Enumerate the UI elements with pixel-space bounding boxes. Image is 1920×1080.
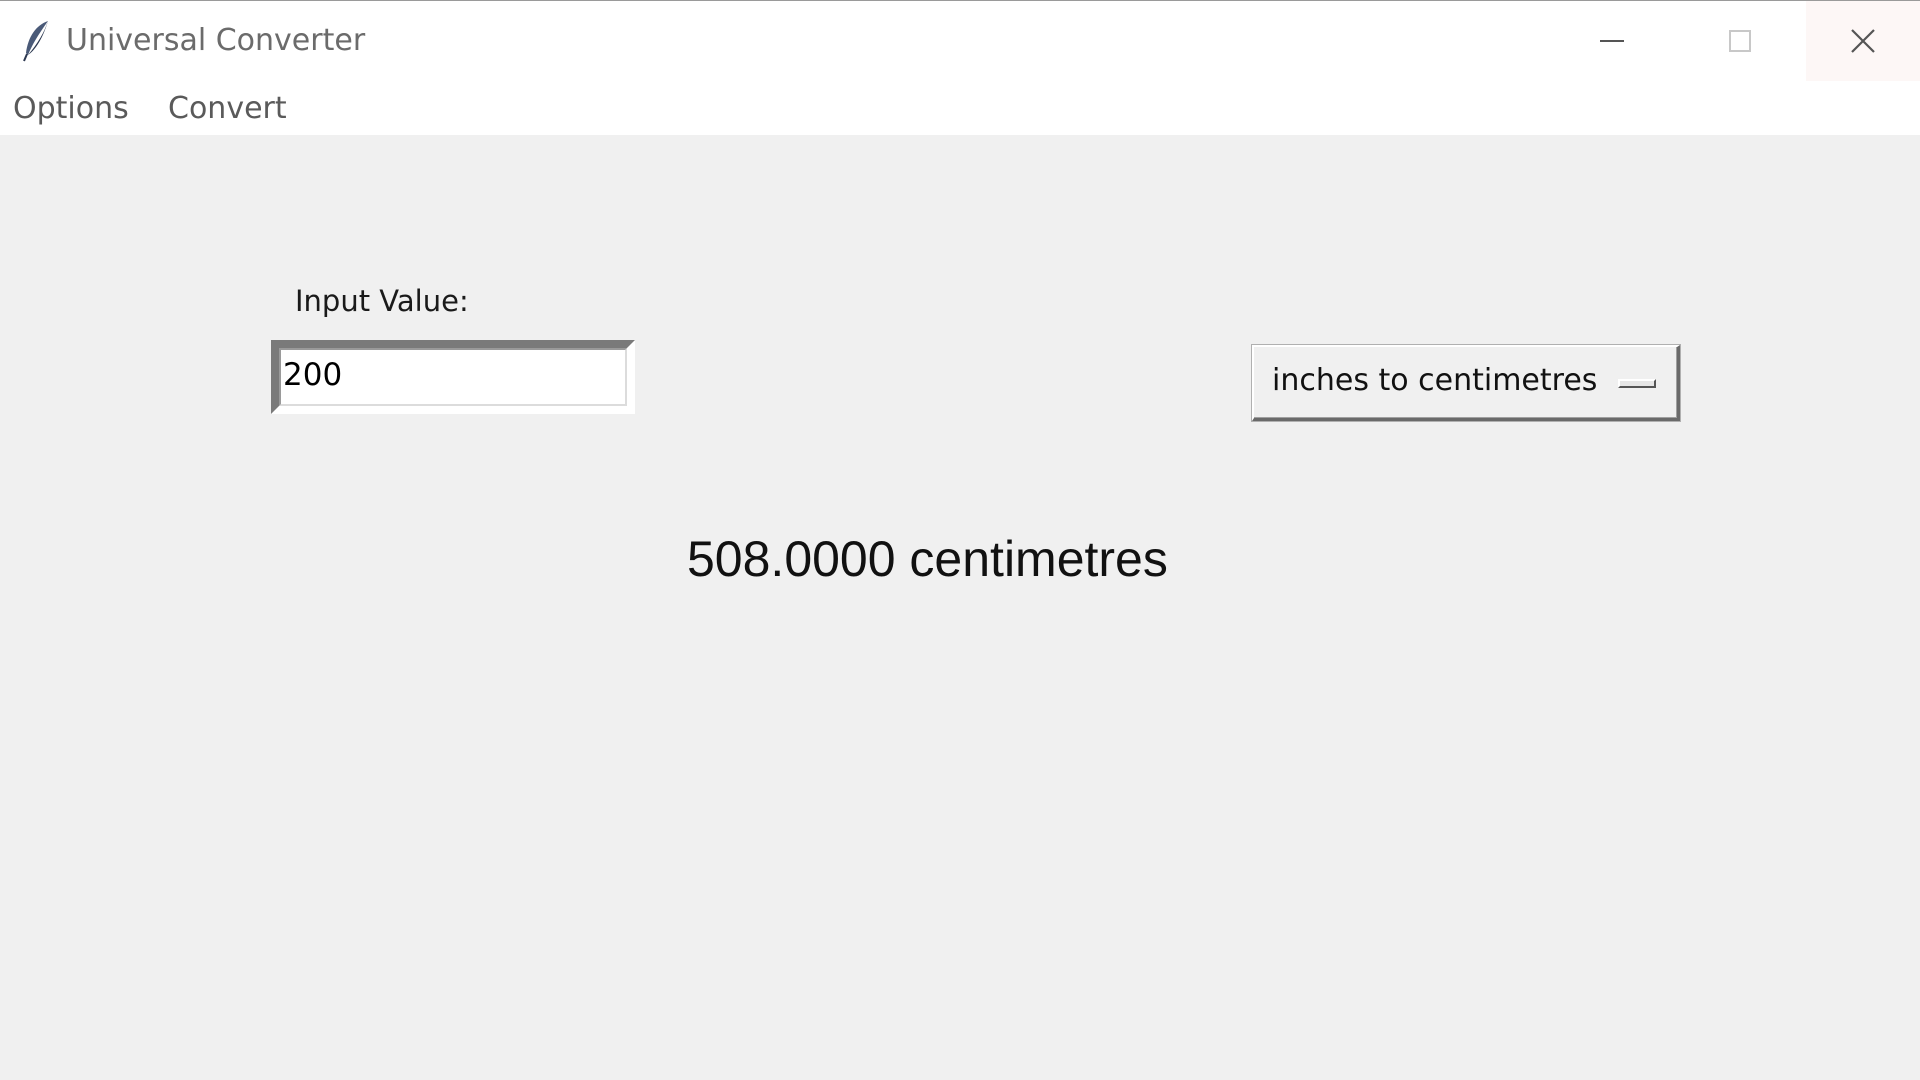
feather-icon [23,21,48,62]
close-icon [1851,29,1875,53]
conversion-result: 508.0000 centimetres [687,531,1168,587]
maximize-icon [1729,30,1751,52]
conversion-type-dropdown[interactable]: inches to centimetres [1252,345,1680,421]
dropdown-indicator-icon [1618,379,1656,388]
minimize-button[interactable] [1552,1,1672,81]
minimize-icon [1600,40,1624,42]
conversion-type-label: inches to centimetres [1272,363,1598,398]
window-title: Universal Converter [66,23,366,58]
menu-bar: Options Convert [0,83,1920,135]
input-value-label: Input Value: [295,284,469,318]
menu-convert[interactable]: Convert [168,91,287,126]
menu-options[interactable]: Options [13,91,129,126]
app-window: Universal Converter Options Convert Inpu… [0,0,1920,1080]
maximize-button[interactable] [1680,1,1800,81]
close-button[interactable] [1806,1,1920,81]
input-value-entry[interactable] [283,350,613,400]
title-bar[interactable]: Universal Converter [0,0,1920,83]
input-value-field[interactable] [271,340,635,414]
